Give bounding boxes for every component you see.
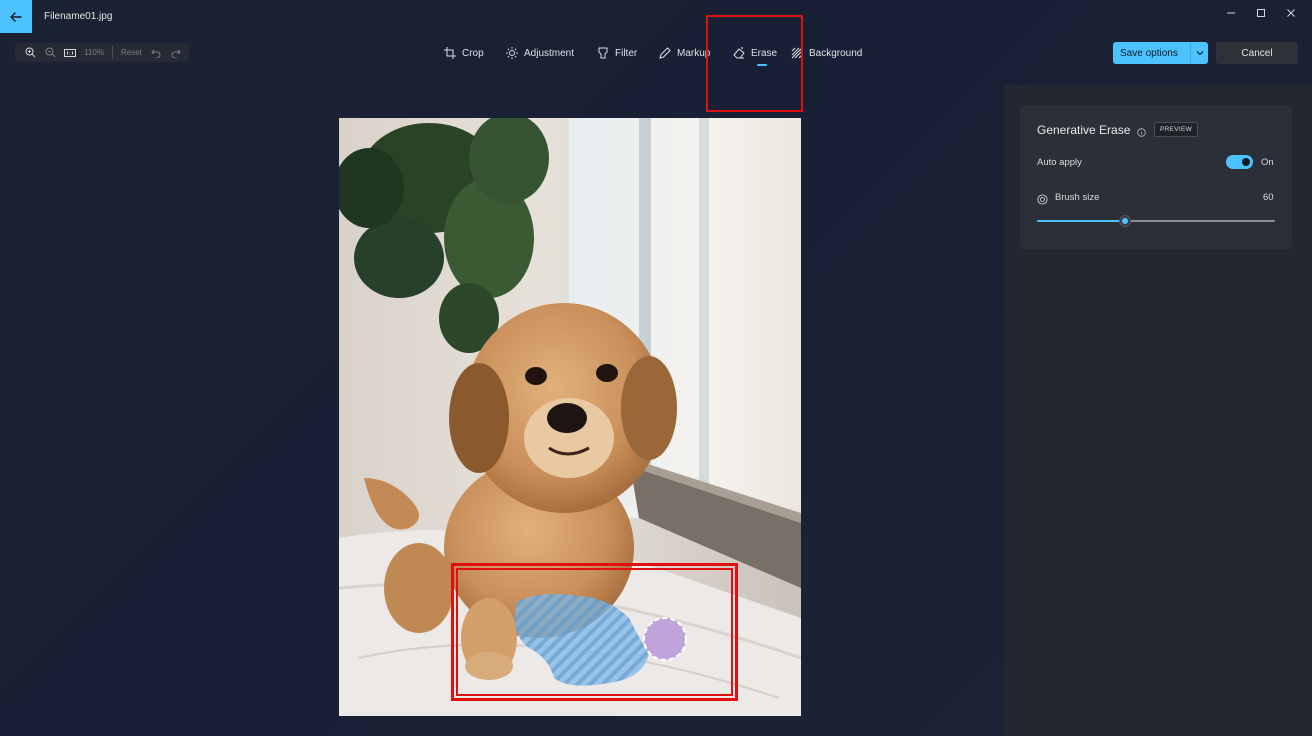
- actual-size-icon: [64, 48, 76, 57]
- brush-size-icon: [1037, 192, 1048, 210]
- chevron-down-icon: [1196, 51, 1203, 56]
- save-options-label: Save options: [1120, 47, 1178, 59]
- preview-badge: PREVIEW: [1154, 122, 1199, 137]
- brush-size-value: 60: [1263, 192, 1274, 203]
- pen-icon: [659, 47, 671, 59]
- info-button[interactable]: [1137, 124, 1146, 142]
- back-arrow-icon: [10, 11, 22, 22]
- tab-adjustment[interactable]: Adjustment: [506, 44, 574, 62]
- maximize-icon: [1257, 9, 1265, 17]
- minimize-button[interactable]: [1217, 6, 1245, 20]
- brush-size-label: Brush size: [1055, 192, 1100, 203]
- save-options-dropdown[interactable]: [1191, 50, 1208, 56]
- zoom-out-icon: [45, 47, 55, 58]
- slider-thumb-dot: [1122, 218, 1129, 224]
- file-name: Filename01.jpg: [44, 11, 113, 22]
- back-button[interactable]: [0, 0, 32, 33]
- tab-crop-label: Crop: [462, 47, 484, 59]
- zoom-in-icon: [25, 47, 35, 58]
- save-options-button[interactable]: Save options: [1113, 42, 1208, 64]
- close-window-button[interactable]: [1277, 6, 1305, 20]
- divider: [1190, 42, 1191, 64]
- minimize-icon: [1227, 12, 1235, 14]
- zoom-out-button[interactable]: [40, 43, 60, 62]
- reset-button[interactable]: Reset: [117, 48, 146, 57]
- undo-icon: [151, 49, 161, 58]
- actual-size-button[interactable]: [60, 43, 80, 62]
- zoom-controls: 110% Reset: [15, 43, 189, 62]
- tab-filter[interactable]: Filter: [597, 44, 637, 62]
- auto-apply-label: Auto apply: [1037, 157, 1082, 168]
- tab-crop[interactable]: Crop: [444, 44, 484, 62]
- brush-size-slider[interactable]: [1037, 215, 1275, 227]
- divider: [112, 46, 113, 59]
- tab-adjustment-label: Adjustment: [524, 47, 575, 59]
- zoom-in-button[interactable]: [20, 43, 40, 62]
- auto-apply-state: On: [1261, 157, 1274, 168]
- tab-filter-label: Filter: [615, 47, 638, 59]
- slider-fill: [1037, 220, 1126, 222]
- redo-button[interactable]: [166, 43, 186, 62]
- auto-apply-toggle[interactable]: [1226, 155, 1253, 169]
- title-bar: Filename01.jpg: [0, 0, 1312, 34]
- toggle-knob: [1242, 158, 1250, 166]
- cancel-button[interactable]: Cancel: [1216, 42, 1298, 64]
- maximize-button[interactable]: [1247, 6, 1275, 20]
- redo-icon: [171, 49, 181, 58]
- tab-background-label: Background: [809, 47, 863, 59]
- crop-icon: [444, 47, 456, 59]
- info-icon: [1137, 128, 1146, 137]
- erase-tab-highlight: [706, 15, 803, 112]
- zoom-level: 110%: [84, 48, 104, 57]
- erase-area-highlight-inner: [456, 568, 733, 696]
- panel-title: Generative Erase: [1037, 123, 1131, 137]
- brightness-icon: [506, 47, 518, 59]
- tab-markup[interactable]: Markup: [659, 44, 710, 62]
- undo-button[interactable]: [146, 43, 166, 62]
- close-icon: [1287, 9, 1295, 17]
- slider-thumb[interactable]: [1119, 215, 1132, 227]
- filter-icon: [598, 47, 608, 59]
